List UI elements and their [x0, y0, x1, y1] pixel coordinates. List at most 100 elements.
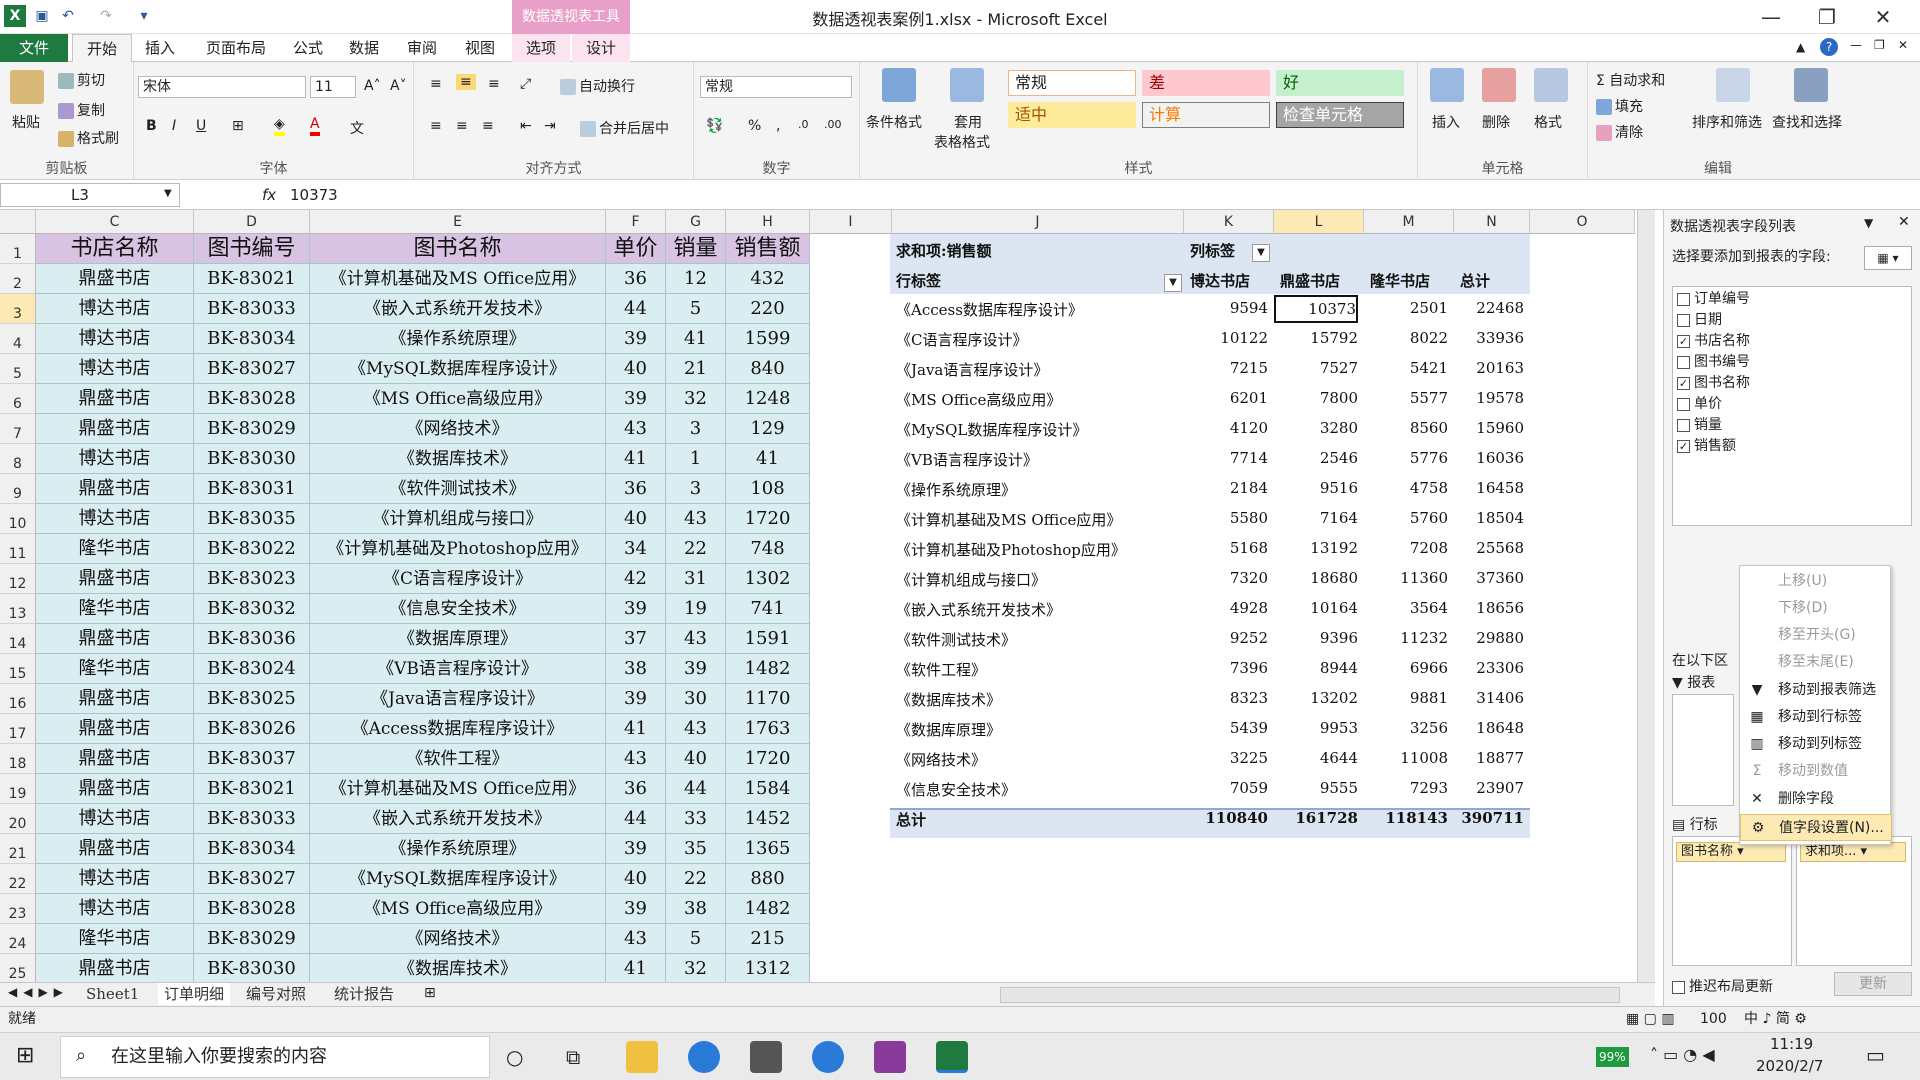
- pivot-value-cell[interactable]: 5439: [1184, 719, 1268, 737]
- pivot-value-cell[interactable]: 7215: [1184, 359, 1268, 377]
- cortana-icon[interactable]: ○: [506, 1045, 523, 1069]
- taskbar-search-box[interactable]: 在这里输入你要搜索的内容: [60, 1036, 490, 1078]
- pivot-total-cell[interactable]: 110840: [1184, 809, 1268, 827]
- row-header-17[interactable]: 17: [0, 714, 36, 744]
- table-cell[interactable]: 《数据库技术》: [310, 954, 606, 982]
- table-cell[interactable]: 博达书店: [36, 354, 194, 384]
- table-cell[interactable]: 41: [606, 954, 666, 982]
- table-cell[interactable]: 《信息安全技术》: [310, 594, 606, 624]
- sort-filter-button[interactable]: 排序和筛选: [1692, 112, 1762, 132]
- pivot-row-title[interactable]: 《信息安全技术》: [896, 779, 1016, 800]
- table-cell[interactable]: 鼎盛书店: [36, 744, 194, 774]
- cut-button[interactable]: 剪切: [58, 70, 105, 90]
- pivot-value-cell[interactable]: 3256: [1364, 719, 1448, 737]
- grid-corner[interactable]: [0, 210, 36, 234]
- table-cell[interactable]: 33: [666, 804, 726, 834]
- table-header-cell[interactable]: 单价: [606, 234, 666, 264]
- clear-button[interactable]: 清除: [1596, 122, 1643, 142]
- task-view-icon[interactable]: ⧉: [566, 1045, 580, 1069]
- row-header-9[interactable]: 9: [0, 474, 36, 504]
- grow-font-icon[interactable]: A˄: [364, 78, 381, 94]
- table-cell[interactable]: BK-83034: [194, 324, 310, 354]
- sheet-tab-report[interactable]: 统计报告: [334, 983, 394, 1005]
- row-label-filter-icon[interactable]: ▼: [1164, 274, 1182, 292]
- table-cell[interactable]: 鼎盛书店: [36, 684, 194, 714]
- table-cell[interactable]: 44: [606, 804, 666, 834]
- field-checkbox[interactable]: [1677, 292, 1690, 306]
- pivot-store-header[interactable]: 总计: [1460, 270, 1490, 291]
- increase-decimal-icon[interactable]: .0: [798, 118, 809, 131]
- table-cell[interactable]: 1170: [726, 684, 810, 714]
- pivot-value-cell[interactable]: 18680: [1274, 569, 1358, 587]
- conditional-format-button[interactable]: 条件格式: [866, 112, 922, 132]
- table-cell[interactable]: 隆华书店: [36, 924, 194, 954]
- table-cell[interactable]: 《计算机基础及Photoshop应用》: [310, 534, 606, 564]
- border-icon[interactable]: ⊞: [232, 118, 244, 134]
- pivot-value-cell[interactable]: 29880: [1454, 629, 1524, 647]
- help-icon[interactable]: ?: [1820, 38, 1838, 56]
- pivot-value-cell[interactable]: 33936: [1454, 329, 1524, 347]
- row-header-2[interactable]: 2: [0, 264, 36, 294]
- table-cell[interactable]: 隆华书店: [36, 534, 194, 564]
- col-header-N[interactable]: N: [1454, 210, 1530, 234]
- table-cell[interactable]: 129: [726, 414, 810, 444]
- table-cell[interactable]: 43: [606, 414, 666, 444]
- table-cell[interactable]: 40: [666, 744, 726, 774]
- filter-area-box[interactable]: [1672, 694, 1734, 806]
- horizontal-scrollbar[interactable]: [1000, 987, 1620, 1003]
- table-header-cell[interactable]: 销售额: [726, 234, 810, 264]
- row-header-5[interactable]: 5: [0, 354, 36, 384]
- conditional-format-icon[interactable]: [882, 68, 916, 102]
- table-cell[interactable]: 《Java语言程序设计》: [310, 684, 606, 714]
- paste-icon[interactable]: [10, 70, 44, 104]
- defer-checkbox-box[interactable]: [1672, 980, 1685, 994]
- field-item[interactable]: ✓ 书店名称: [1677, 331, 1750, 351]
- table-cell[interactable]: BK-83021: [194, 774, 310, 804]
- table-cell[interactable]: 36: [606, 264, 666, 294]
- table-cell[interactable]: 41: [606, 714, 666, 744]
- table-cell[interactable]: 39: [606, 324, 666, 354]
- table-cell[interactable]: 1: [666, 444, 726, 474]
- worksheet-grid[interactable]: C D E F G H I J K L M N O 1 2 3 4 5 6 7 8 9 10 11 12 13 14 15 16 17 18…: [0, 210, 1655, 982]
- table-cell[interactable]: 隆华书店: [36, 654, 194, 684]
- row-header-22[interactable]: 22: [0, 864, 36, 894]
- table-cell[interactable]: 1248: [726, 384, 810, 414]
- pivot-value-cell[interactable]: 9881: [1364, 689, 1448, 707]
- pivot-value-cell[interactable]: 11360: [1364, 569, 1448, 587]
- fill-color-icon[interactable]: ◈: [274, 116, 285, 136]
- autosum-button[interactable]: Σ 自动求和: [1596, 70, 1665, 90]
- merge-center-button[interactable]: 合并后居中: [580, 118, 669, 138]
- pivot-value-cell[interactable]: 18504: [1454, 509, 1524, 527]
- table-header-cell[interactable]: 图书名称: [310, 234, 606, 264]
- number-format-combo[interactable]: 常规: [700, 76, 852, 98]
- table-cell[interactable]: 鼎盛书店: [36, 264, 194, 294]
- pivot-value-cell[interactable]: 16036: [1454, 449, 1524, 467]
- pivot-total-cell[interactable]: 161728: [1274, 809, 1358, 827]
- field-checkbox[interactable]: ✓: [1677, 376, 1690, 390]
- row-header-11[interactable]: 11: [0, 534, 36, 564]
- table-cell[interactable]: 《软件工程》: [310, 744, 606, 774]
- table-cell[interactable]: BK-83027: [194, 354, 310, 384]
- pivot-value-cell[interactable]: 18648: [1454, 719, 1524, 737]
- table-cell[interactable]: BK-83030: [194, 444, 310, 474]
- pivot-value-cell[interactable]: 20163: [1454, 359, 1524, 377]
- wb-restore-icon[interactable]: ❐: [1874, 38, 1885, 52]
- sheet-tab-codes[interactable]: 编号对照: [246, 983, 306, 1005]
- pivot-value-cell[interactable]: 2546: [1274, 449, 1358, 467]
- table-cell[interactable]: 鼎盛书店: [36, 564, 194, 594]
- table-cell[interactable]: BK-83029: [194, 924, 310, 954]
- pivot-value-cell[interactable]: 4644: [1274, 749, 1358, 767]
- table-cell[interactable]: 432: [726, 264, 810, 294]
- table-cell[interactable]: 博达书店: [36, 444, 194, 474]
- table-cell[interactable]: 5: [666, 294, 726, 324]
- table-cell[interactable]: 1720: [726, 744, 810, 774]
- table-cell[interactable]: BK-83034: [194, 834, 310, 864]
- pivot-value-cell[interactable]: 9396: [1274, 629, 1358, 647]
- col-header-D[interactable]: D: [194, 210, 310, 234]
- table-header-cell[interactable]: 书店名称: [36, 234, 194, 264]
- italic-icon[interactable]: I: [172, 118, 176, 134]
- table-cell[interactable]: 鼎盛书店: [36, 624, 194, 654]
- table-cell[interactable]: 鼎盛书店: [36, 834, 194, 864]
- align-bottom-icon[interactable]: ≡: [488, 76, 500, 92]
- fill-button[interactable]: 填充: [1596, 96, 1643, 116]
